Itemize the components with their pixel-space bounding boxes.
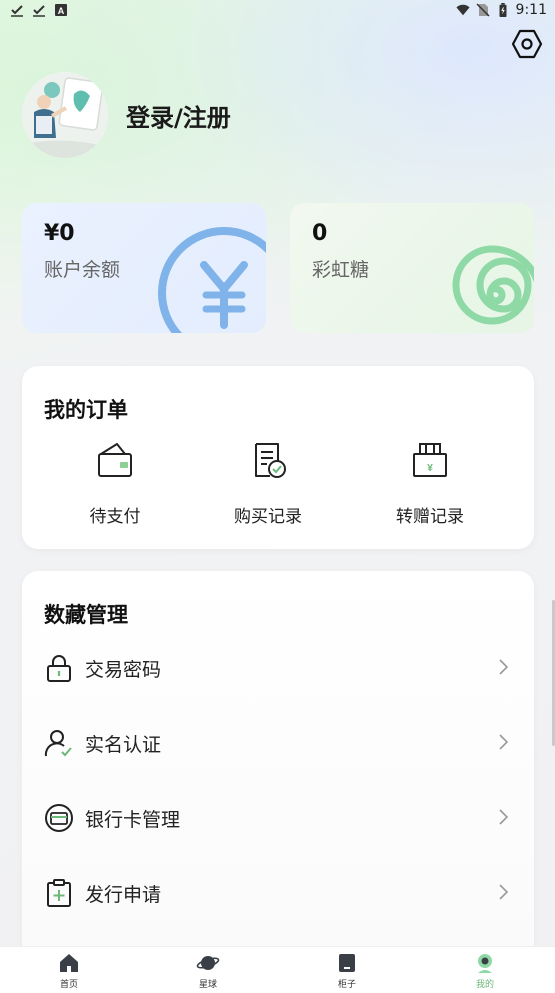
nav-label: 星球 bbox=[198, 980, 217, 990]
nav-label: 首页 bbox=[59, 980, 78, 990]
candy-value: 0 bbox=[312, 221, 328, 246]
menu-issuance-application[interactable]: 发行申请 bbox=[22, 862, 534, 922]
avatar-illustration bbox=[22, 72, 108, 158]
orders-title: 我的订单 bbox=[44, 398, 128, 422]
no-sim-icon bbox=[476, 3, 490, 17]
status-bar: A 9:11 bbox=[0, 0, 555, 24]
balance-value: ¥0 bbox=[44, 221, 75, 246]
status-time: 9:11 bbox=[515, 2, 547, 18]
user-verified-icon bbox=[44, 730, 72, 757]
bank-card-icon bbox=[45, 804, 73, 832]
manage-title: 数藏管理 bbox=[44, 603, 128, 627]
nav-label: 我的 bbox=[475, 980, 494, 990]
svg-text:¥: ¥ bbox=[427, 463, 433, 474]
check-icon bbox=[33, 5, 45, 17]
order-transfer-history[interactable]: ¥ 转赠记录 bbox=[370, 440, 490, 527]
chevron-right-icon bbox=[499, 734, 509, 750]
nav-profile[interactable]: 我的 bbox=[445, 951, 525, 990]
avatar[interactable] bbox=[22, 72, 108, 158]
home-icon bbox=[60, 954, 78, 972]
menu-bank-card-management[interactable]: 银行卡管理 bbox=[22, 787, 534, 847]
menu-item-label: 实名认证 bbox=[85, 734, 162, 756]
order-purchase-history[interactable]: 购买记录 bbox=[208, 440, 328, 527]
lock-icon bbox=[47, 655, 71, 682]
receipt-check-icon bbox=[255, 443, 286, 478]
menu-real-name-verification[interactable]: 实名认证 bbox=[22, 712, 534, 772]
nav-label: 柜子 bbox=[337, 980, 356, 990]
menu-trade-password[interactable]: 交易密码 bbox=[22, 637, 534, 697]
rainbow-candy-card[interactable]: 0 彩虹糖 bbox=[290, 203, 534, 333]
app-a-icon: A bbox=[55, 4, 67, 16]
gift-box-icon: ¥ bbox=[413, 443, 447, 477]
spiral-candy-icon bbox=[452, 245, 534, 325]
clipboard-plus-icon bbox=[47, 879, 71, 907]
order-pending-payment[interactable]: 待支付 bbox=[55, 440, 175, 527]
wallet-icon bbox=[98, 443, 132, 477]
chevron-right-icon bbox=[499, 884, 509, 900]
collection-management-panel: 数藏管理 交易密码 实名认证 银行卡管理 发行申请 bbox=[22, 571, 534, 971]
menu-item-label: 发行申请 bbox=[85, 884, 162, 906]
status-left-icons: A bbox=[10, 3, 68, 17]
nav-home[interactable]: 首页 bbox=[29, 951, 109, 990]
candy-label: 彩虹糖 bbox=[312, 259, 370, 281]
balance-label: 账户余额 bbox=[44, 259, 121, 281]
menu-item-label: 银行卡管理 bbox=[85, 809, 181, 831]
account-balance-card[interactable]: ¥0 账户余额 bbox=[22, 203, 266, 333]
yen-coin-icon bbox=[158, 227, 266, 333]
order-item-label: 购买记录 bbox=[234, 507, 302, 527]
status-right-icons: 9:11 bbox=[455, 2, 547, 18]
login-register-link[interactable]: 登录/注册 bbox=[126, 98, 231, 133]
battery-icon bbox=[499, 3, 507, 17]
chevron-right-icon bbox=[499, 659, 509, 675]
profile-icon bbox=[478, 954, 492, 973]
planet-icon bbox=[196, 956, 220, 970]
order-item-label: 待支付 bbox=[89, 507, 141, 527]
check-icon bbox=[11, 5, 23, 17]
svg-text:A: A bbox=[58, 6, 65, 16]
order-item-label: 转赠记录 bbox=[396, 507, 464, 527]
settings-icon[interactable] bbox=[511, 28, 543, 60]
nav-planet[interactable]: 星球 bbox=[168, 951, 248, 990]
cabinet-icon bbox=[339, 954, 355, 972]
menu-item-label: 交易密码 bbox=[85, 659, 162, 681]
chevron-right-icon bbox=[499, 809, 509, 825]
wifi-icon bbox=[455, 4, 470, 16]
bottom-navigation: 首页 星球 柜子 我的 bbox=[0, 946, 555, 993]
nav-cabinet[interactable]: 柜子 bbox=[307, 951, 387, 990]
my-orders-panel: 我的订单 待支付 购买记录 ¥ 转赠记录 bbox=[22, 366, 534, 549]
